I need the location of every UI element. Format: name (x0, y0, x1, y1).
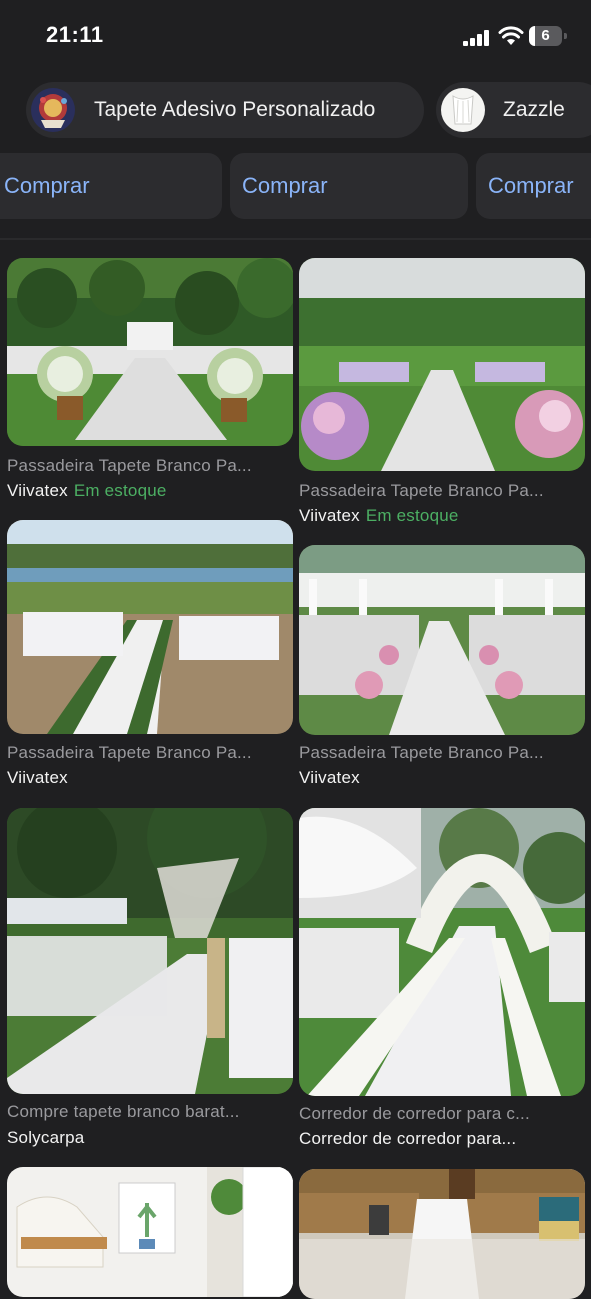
result-image[interactable] (7, 258, 293, 446)
status-bar: 21:11 6 (0, 0, 591, 72)
store-name: Zazzle (503, 98, 565, 121)
result-store: Corredor de corredor para... (299, 1129, 517, 1148)
result-source: Viivatex Em estoque (299, 506, 459, 526)
result-title: Compre tapete branco barat... (7, 1102, 240, 1121)
result-title: Passadeira Tapete Branco Pa... (7, 743, 252, 762)
clock: 21:11 (46, 22, 104, 47)
result-source: Viivatex Em estoque (7, 481, 167, 501)
result-store: Viivatex (7, 481, 68, 500)
buy-button[interactable]: Comprar (0, 153, 222, 219)
stock-badge: Em estoque (365, 506, 459, 525)
result-store: Viivatex (7, 768, 68, 787)
battery-level: 6 (541, 27, 550, 44)
result-title: Passadeira Tapete Branco Pa... (299, 743, 544, 762)
result-title: Passadeira Tapete Branco Pa... (299, 481, 544, 500)
result-title: Passadeira Tapete Branco Pa... (7, 456, 252, 475)
battery-icon: 6 (529, 26, 567, 46)
result-title: Corredor de corredor para c... (299, 1104, 530, 1123)
result-image[interactable] (299, 258, 585, 471)
store-chip-zazzle[interactable]: Zazzle (436, 82, 591, 138)
store-chip-tapete-adesivo[interactable]: Tapete Adesivo Personalizado (26, 82, 424, 138)
result-source: Corredor de corredor para... (299, 1129, 516, 1149)
result-image[interactable] (7, 1167, 293, 1297)
wifi-icon (498, 26, 524, 45)
buy-button[interactable]: Comprar (230, 153, 468, 219)
result-source: Viivatex (7, 768, 68, 788)
buy-button-label: Comprar (242, 173, 328, 198)
store-logo (441, 88, 485, 132)
divider (0, 238, 591, 240)
result-image[interactable] (299, 545, 585, 735)
result-image[interactable] (7, 808, 293, 1094)
store-logo (31, 88, 75, 132)
buy-button[interactable]: Comprar (476, 153, 591, 219)
result-store: Viivatex (299, 506, 360, 525)
buy-button-label: Comprar (4, 173, 90, 198)
result-store: Solycarpa (7, 1128, 85, 1147)
cellular-signal-icon (463, 30, 489, 46)
store-name: Tapete Adesivo Personalizado (94, 98, 376, 121)
result-source: Solycarpa (7, 1128, 84, 1148)
result-image[interactable] (7, 520, 293, 734)
buy-button-label: Comprar (488, 173, 574, 198)
result-source: Viivatex (299, 768, 360, 788)
result-image[interactable] (299, 808, 585, 1096)
result-store: Viivatex (299, 768, 360, 787)
stock-badge: Em estoque (73, 481, 167, 500)
